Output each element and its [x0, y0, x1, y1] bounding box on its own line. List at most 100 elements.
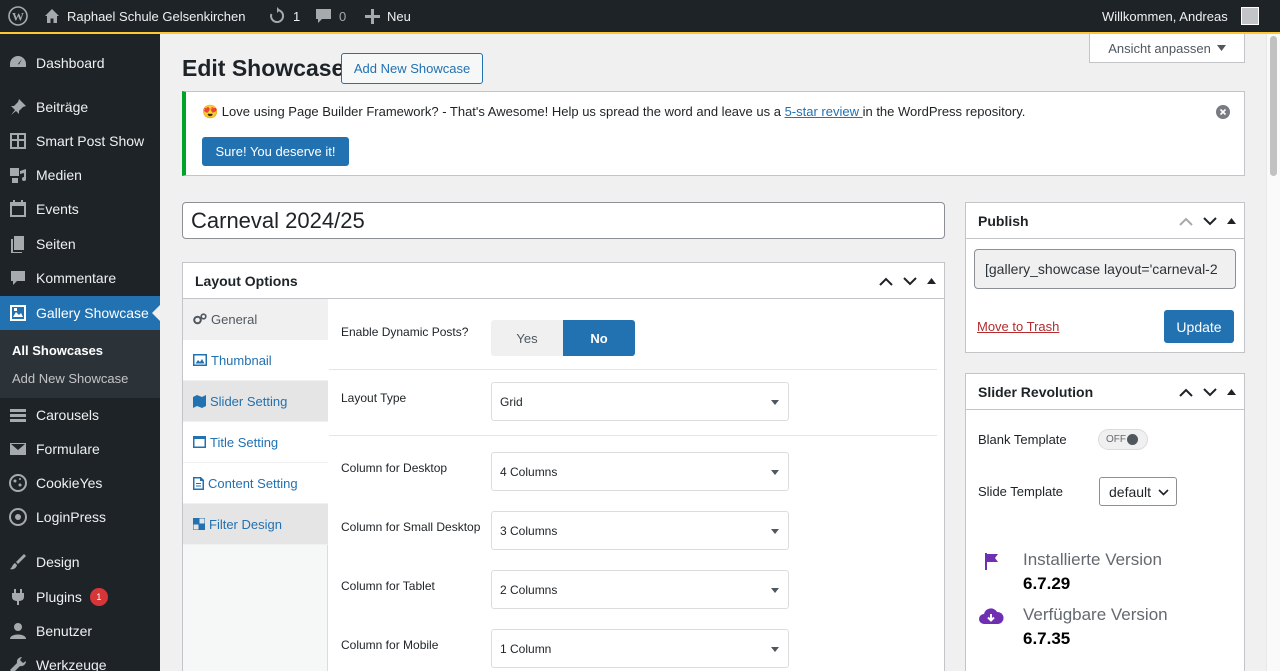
tab-slider-setting[interactable]: Slider Setting	[183, 381, 328, 422]
shortcode-field[interactable]: [gallery_showcase layout='carneval-2	[974, 249, 1236, 289]
divider	[329, 435, 937, 436]
tab-label: General	[211, 311, 258, 327]
window-icon	[193, 436, 206, 448]
sidebar-item-kommentare[interactable]: Kommentare	[0, 261, 160, 295]
flag-icon	[985, 553, 998, 570]
sidebar-item-events[interactable]: Events	[0, 192, 160, 226]
sidebar-item-loginpress[interactable]: LoginPress	[0, 500, 160, 534]
page-scrollbar[interactable]	[1266, 34, 1280, 671]
new-label: Neu	[387, 8, 411, 24]
notice-text-before: 😍 Love using Page Builder Framework? - T…	[202, 104, 785, 119]
comment-bubble-icon	[316, 9, 331, 23]
collapse-toggle-icon[interactable]	[927, 278, 936, 284]
dynamic-posts-toggle[interactable]: Yes No	[491, 320, 635, 356]
tab-thumbnail[interactable]: Thumbnail	[183, 340, 328, 381]
notice-accept-button[interactable]: Sure! You deserve it!	[202, 137, 349, 166]
tab-general[interactable]: General	[183, 299, 328, 340]
sidebar-item-dashboard[interactable]: Dashboard	[0, 46, 160, 80]
pages-icon	[8, 234, 28, 254]
sidebar-item-cookieyes[interactable]: CookieYes	[0, 466, 160, 500]
move-down-icon[interactable]	[1203, 387, 1217, 397]
submenu-all-showcases[interactable]: All Showcases	[12, 343, 103, 358]
collapse-toggle-icon[interactable]	[1227, 218, 1236, 224]
sidebar-item-gallery-showcase[interactable]: Gallery Showcase	[0, 296, 160, 330]
sidebar-item-label: Events	[36, 201, 79, 217]
caret-down-icon	[1216, 45, 1226, 51]
layout-type-select[interactable]: Grid	[491, 382, 789, 421]
column-small-desktop-label: Column for Small Desktop	[341, 520, 481, 534]
tab-label: Slider Setting	[210, 393, 288, 409]
column-desktop-select[interactable]: 4 Columns	[491, 452, 789, 491]
site-name: Raphael Schule Gelsenkirchen	[67, 8, 246, 24]
dynamic-posts-label: Enable Dynamic Posts?	[341, 325, 469, 339]
slide-template-select[interactable]: default	[1099, 477, 1177, 506]
document-icon	[193, 476, 204, 490]
add-new-showcase-button[interactable]: Add New Showcase	[341, 53, 483, 84]
available-version-number: 6.7.35	[1023, 629, 1071, 648]
sidebar-item-label: Gallery Showcase	[36, 305, 149, 321]
column-tablet-select[interactable]: 2 Columns	[491, 570, 789, 609]
box-controls	[1179, 374, 1236, 410]
scrollbar-thumb[interactable]	[1270, 36, 1277, 176]
submenu-add-new-showcase[interactable]: Add New Showcase	[12, 371, 128, 386]
calendar-icon	[8, 199, 28, 219]
sidebar-item-seiten[interactable]: Seiten	[0, 227, 160, 261]
sidebar-item-formulare[interactable]: Formulare	[0, 432, 160, 466]
screen-options-button[interactable]: Ansicht anpassen	[1089, 34, 1245, 63]
tab-content-setting[interactable]: Content Setting	[183, 463, 328, 504]
layout-options-header: Layout Options	[183, 263, 944, 299]
tab-label: Thumbnail	[211, 352, 272, 368]
blank-template-toggle[interactable]: OFF	[1098, 429, 1148, 450]
wordpress-logo-icon[interactable]: W	[8, 0, 28, 32]
move-down-icon[interactable]	[1203, 216, 1217, 226]
column-mobile-select[interactable]: 1 Column	[491, 629, 789, 668]
sidebar-item-label: Seiten	[36, 236, 76, 252]
sidebar-item-medien[interactable]: Medien	[0, 158, 160, 192]
slider-revolution-box: Slider Revolution Blank Template OFF Sli…	[965, 373, 1245, 671]
sidebar-item-label: Plugins	[36, 589, 82, 605]
updates-link[interactable]: 1	[268, 0, 300, 32]
slide-template-label: Slide Template	[978, 484, 1064, 499]
pin-icon	[8, 97, 28, 117]
installed-version-label: Installierte Version	[1023, 550, 1162, 569]
comments-link[interactable]: 0	[315, 0, 346, 32]
site-name-link[interactable]: Raphael Schule Gelsenkirchen	[44, 0, 246, 32]
loginpress-icon	[8, 507, 28, 527]
move-to-trash-link[interactable]: Move to Trash	[977, 319, 1059, 334]
my-account-link[interactable]: Willkommen, Andreas	[1102, 0, 1259, 32]
grid-icon	[8, 131, 28, 151]
sidebar-item-beitraege[interactable]: Beiträge	[0, 90, 160, 124]
five-star-review-link[interactable]: 5-star review	[785, 104, 863, 119]
sidebar-item-plugins[interactable]: Plugins 1	[0, 580, 160, 614]
dashboard-icon	[8, 53, 28, 73]
page-title: Edit Showcase	[182, 55, 345, 81]
sidebar-item-design[interactable]: Design	[0, 545, 160, 579]
column-small-desktop-select[interactable]: 3 Columns	[491, 511, 789, 550]
toggle-no-option[interactable]: No	[563, 320, 635, 356]
sidebar-item-benutzer[interactable]: Benutzer	[0, 614, 160, 648]
sidebar-item-label: Smart Post Show	[36, 133, 145, 149]
post-title-input[interactable]: Carneval 2024/25	[182, 202, 945, 239]
image-icon	[193, 354, 207, 366]
sidebar-item-carousels[interactable]: Carousels	[0, 398, 160, 432]
slider-revolution-title: Slider Revolution	[978, 383, 1094, 400]
sidebar-item-werkzeuge[interactable]: Werkzeuge	[0, 648, 160, 671]
collapse-toggle-icon[interactable]	[1227, 389, 1236, 395]
chevron-down-icon	[1158, 489, 1169, 496]
move-up-icon[interactable]	[1179, 217, 1193, 226]
move-up-icon[interactable]	[1179, 388, 1193, 397]
toggle-yes-option[interactable]: Yes	[491, 320, 563, 356]
move-up-icon[interactable]	[879, 277, 893, 286]
update-button[interactable]: Update	[1164, 310, 1234, 343]
new-content-link[interactable]: Neu	[365, 0, 411, 32]
tab-label: Content Setting	[208, 475, 298, 491]
sidebar-item-label: LoginPress	[36, 509, 107, 525]
dismiss-notice-icon[interactable]	[1216, 105, 1230, 119]
move-down-icon[interactable]	[903, 276, 917, 286]
tab-filter-design[interactable]: Filter Design	[183, 504, 328, 545]
tab-label: Filter Design	[209, 516, 282, 532]
tab-title-setting[interactable]: Title Setting	[183, 422, 328, 463]
sidebar-item-smart-post-show[interactable]: Smart Post Show	[0, 124, 160, 158]
slide-template-value: default	[1109, 483, 1152, 500]
sidebar-item-label: Werkzeuge	[36, 657, 107, 671]
